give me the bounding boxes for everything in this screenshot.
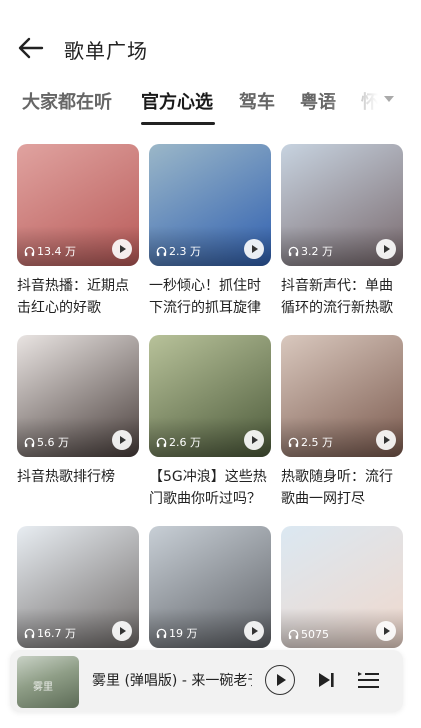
playlist-cover[interactable]: 5.6 万 — [17, 335, 139, 457]
play-count: 2.3 万 — [156, 243, 201, 259]
tab-official-picks[interactable]: 官方心选 — [141, 88, 213, 114]
tab-everyone-listening[interactable]: 大家都在听 — [22, 88, 112, 114]
back-arrow-icon[interactable] — [16, 35, 46, 61]
headphones-icon — [288, 437, 299, 447]
card-play-button[interactable] — [376, 430, 396, 450]
headphones-icon — [156, 628, 167, 638]
headphones-icon — [156, 246, 167, 256]
play-count-value: 19 万 — [169, 627, 198, 640]
tab-bar: 大家都在听 官方心选 驾车 粤语 怀 — [0, 84, 421, 126]
playlist-cover[interactable]: 13.4 万 — [17, 144, 139, 266]
playlist-card[interactable]: 13.4 万抖音热播：近期点击红心的好歌 — [17, 144, 139, 319]
play-count-value: 16.7 万 — [37, 627, 76, 640]
play-count-value: 5.6 万 — [37, 436, 69, 449]
active-tab-indicator — [141, 122, 215, 125]
mini-player[interactable]: 雾里 雾里 (弹唱版) - 来一碗老于 — [10, 650, 403, 712]
playlist-cover[interactable]: 2.6 万 — [149, 335, 271, 457]
card-play-button[interactable] — [376, 621, 396, 641]
headphones-icon — [288, 246, 299, 256]
mini-player-cover[interactable]: 雾里 — [17, 656, 79, 708]
playlist-card[interactable]: 5.6 万抖音热歌排行榜 — [17, 335, 139, 510]
chevron-down-icon[interactable] — [383, 95, 395, 103]
playlist-card[interactable]: 2.3 万一秒倾心！抓住时下流行的抓耳旋律 — [149, 144, 271, 319]
playlist-title[interactable]: 【5G冲浪】这些热门歌曲你听过吗？ — [149, 466, 271, 510]
playlist-card[interactable]: 2.5 万热歌随身听：流行歌曲一网打尽 — [281, 335, 403, 510]
mini-cover-text: 雾里 — [33, 682, 53, 693]
card-play-button[interactable] — [244, 430, 264, 450]
now-playing-title[interactable]: 雾里 (弹唱版) - 来一碗老于 — [92, 670, 252, 690]
playlist-title[interactable]: 抖音热歌排行榜 — [17, 466, 139, 510]
playlist-queue-icon[interactable] — [356, 668, 380, 692]
playlist-title[interactable]: 抖音热播：近期点击红心的好歌 — [17, 275, 139, 319]
playlist-cover[interactable]: 2.5 万 — [281, 335, 403, 457]
tab-driving[interactable]: 驾车 — [239, 88, 275, 114]
headphones-icon — [156, 437, 167, 447]
playlist-card[interactable]: 2.6 万【5G冲浪】这些热门歌曲你听过吗？ — [149, 335, 271, 510]
play-count: 3.2 万 — [288, 243, 333, 259]
headphones-icon — [24, 246, 35, 256]
playlist-cover[interactable]: 2.3 万 — [149, 144, 271, 266]
tab-fade-overlay — [327, 84, 387, 126]
playlist-cover[interactable]: 5075 — [281, 526, 403, 648]
next-track-icon[interactable] — [316, 670, 336, 690]
card-play-button[interactable] — [112, 239, 132, 259]
card-play-button[interactable] — [112, 430, 132, 450]
card-play-button[interactable] — [244, 239, 264, 259]
playlist-cover[interactable]: 16.7 万 — [17, 526, 139, 648]
play-count-value: 13.4 万 — [37, 245, 76, 258]
playlist-cover[interactable]: 19 万 — [149, 526, 271, 648]
play-count: 13.4 万 — [24, 243, 76, 259]
play-count-value: 2.5 万 — [301, 436, 333, 449]
play-count-value: 3.2 万 — [301, 245, 333, 258]
play-count: 19 万 — [156, 625, 198, 641]
headphones-icon — [288, 629, 299, 640]
play-count: 2.5 万 — [288, 434, 333, 450]
card-play-button[interactable] — [244, 621, 264, 641]
playlist-card[interactable]: 3.2 万抖音新声代：单曲循环的流行新热歌 — [281, 144, 403, 319]
play-count-value: 2.6 万 — [169, 436, 201, 449]
play-count: 5075 — [288, 628, 329, 641]
playlist-title[interactable]: 一秒倾心！抓住时下流行的抓耳旋律 — [149, 275, 271, 319]
play-button[interactable] — [265, 665, 295, 695]
playlist-title[interactable]: 抖音新声代：单曲循环的流行新热歌 — [281, 275, 403, 319]
header: 歌单广场 — [0, 0, 421, 80]
headphones-icon — [24, 628, 35, 638]
card-play-button[interactable] — [376, 239, 396, 259]
playlist-title[interactable]: 热歌随身听：流行歌曲一网打尽 — [281, 466, 403, 510]
play-count-value: 2.3 万 — [169, 245, 201, 258]
play-count: 16.7 万 — [24, 625, 76, 641]
play-count: 5.6 万 — [24, 434, 69, 450]
card-play-button[interactable] — [112, 621, 132, 641]
play-count: 2.6 万 — [156, 434, 201, 450]
headphones-icon — [24, 437, 35, 447]
page-title: 歌单广场 — [64, 39, 148, 63]
playlist-cover[interactable]: 3.2 万 — [281, 144, 403, 266]
play-count-value: 5075 — [301, 628, 329, 641]
